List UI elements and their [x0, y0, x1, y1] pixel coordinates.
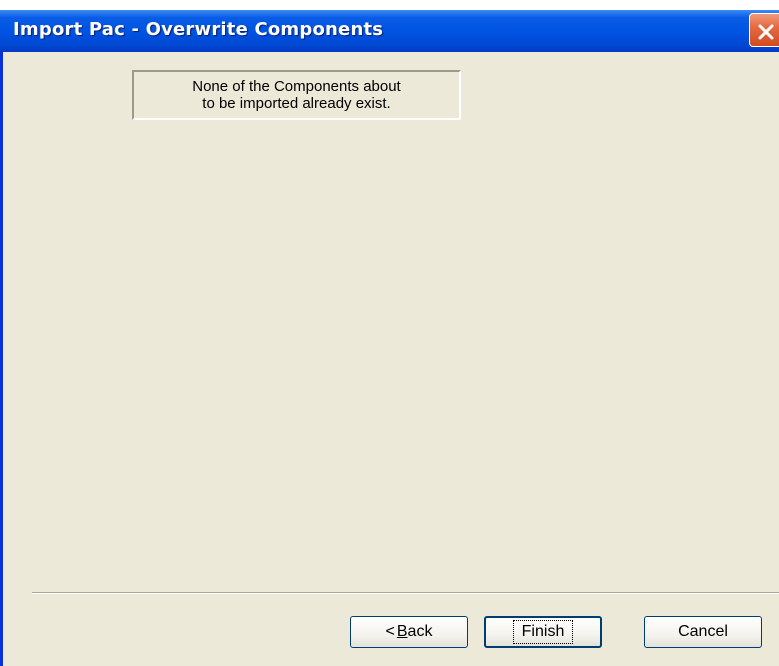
cancel-button[interactable]: Cancel [644, 616, 762, 648]
close-button[interactable] [749, 13, 779, 47]
back-button-label: < B ack [386, 623, 433, 641]
back-label-rest: ack [407, 623, 433, 640]
finish-button-label: Finish [512, 620, 574, 644]
back-button[interactable]: < B ack [350, 616, 468, 648]
title-bar[interactable]: Import Pac - Overwrite Components [0, 10, 779, 52]
screen-top-strip [0, 0, 779, 10]
info-message-box: None of the Components about to be impor… [132, 70, 461, 120]
info-message-line-2: to be imported already exist. [202, 95, 391, 112]
window-title: Import Pac - Overwrite Components [13, 19, 384, 40]
cancel-button-label: Cancel [678, 623, 728, 640]
back-mnemonic: B [396, 623, 408, 640]
info-message-line-1: None of the Components about [192, 78, 401, 95]
close-icon [758, 24, 774, 40]
finish-button[interactable]: Finish [484, 616, 602, 648]
footer-separator [32, 592, 779, 594]
back-arrow-glyph: < [385, 623, 395, 640]
